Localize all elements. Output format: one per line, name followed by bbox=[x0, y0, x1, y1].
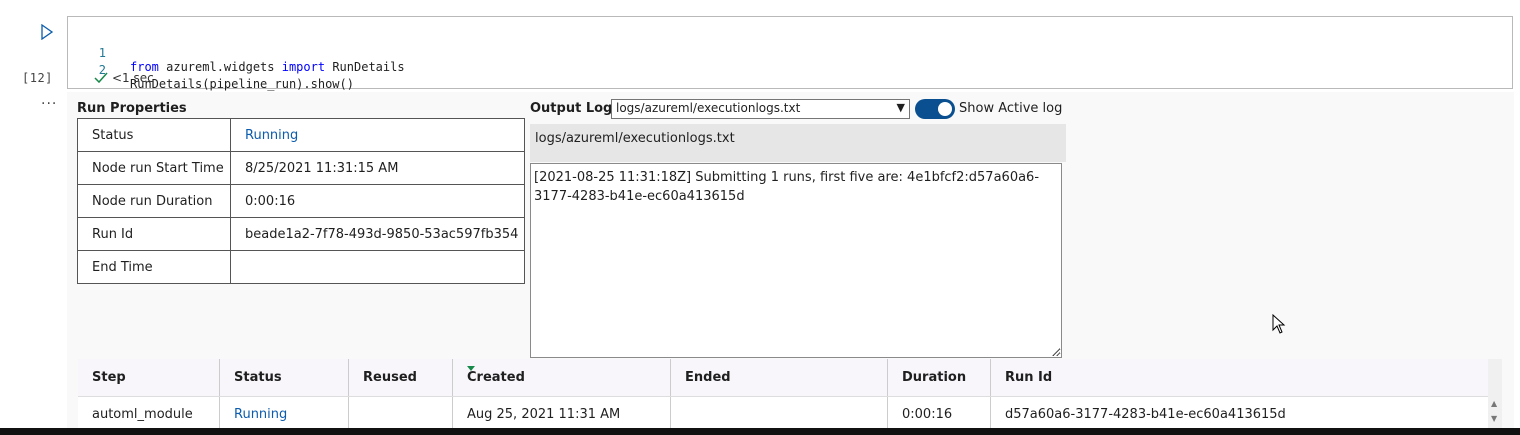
more-actions-icon[interactable]: ··· bbox=[41, 96, 57, 112]
property-row: Node run Start Time 8/25/2021 11:31:15 A… bbox=[77, 151, 525, 185]
log-content-area[interactable]: [2021-08-25 11:31:18Z] Submitting 1 runs… bbox=[530, 163, 1062, 358]
execution-time: <1 sec bbox=[112, 71, 154, 85]
resize-handle-icon[interactable] bbox=[1052, 348, 1060, 356]
run-cell-button[interactable] bbox=[40, 23, 56, 41]
line-number: 1 bbox=[98, 46, 106, 60]
run-properties-title: Run Properties bbox=[77, 101, 187, 116]
column-header-created[interactable]: Created bbox=[452, 359, 671, 397]
table-header-row: Step Status Reused Created Ended Duratio… bbox=[78, 359, 1488, 397]
column-header-created-label: Created bbox=[467, 370, 525, 385]
cell-step: automl_module bbox=[78, 396, 220, 432]
toggle-knob bbox=[938, 102, 952, 116]
scroll-up-icon[interactable]: ▲ bbox=[1491, 399, 1497, 408]
property-value-status[interactable]: Running bbox=[230, 118, 525, 152]
code-text: azureml.widgets bbox=[158, 60, 282, 74]
property-key: Node run Start Time bbox=[77, 151, 231, 185]
cell-ended bbox=[670, 396, 888, 432]
log-file-selected: logs/azureml/executionlogs.txt bbox=[616, 101, 801, 115]
log-path-header: logs/azureml/executionlogs.txt bbox=[530, 124, 1066, 162]
property-key: Status bbox=[77, 118, 231, 152]
cell-status[interactable]: Running bbox=[219, 396, 349, 432]
checkmark-icon bbox=[94, 72, 108, 84]
property-value: 8/25/2021 11:31:15 AM bbox=[230, 151, 525, 185]
property-key: End Time bbox=[77, 250, 231, 284]
column-header-step[interactable]: Step bbox=[78, 359, 220, 397]
log-file-select[interactable]: logs/azureml/executionlogs.txt ▼ bbox=[611, 99, 910, 119]
output-logs-label: Output Logs bbox=[530, 101, 621, 116]
keyword: import bbox=[281, 60, 326, 74]
sort-descending-icon bbox=[467, 366, 475, 371]
property-row: Run Id beade1a2-7f78-493d-9850-53ac597fb… bbox=[77, 217, 525, 251]
column-header-reused[interactable]: Reused bbox=[348, 359, 453, 397]
cell-duration: 0:00:16 bbox=[887, 396, 991, 432]
table-scrollbar[interactable]: ▲ ▼ bbox=[1488, 359, 1502, 428]
property-key: Run Id bbox=[77, 217, 231, 251]
code-line-1: 1 from azureml.widgets import RunDetails bbox=[68, 32, 405, 74]
column-header-ended[interactable]: Ended bbox=[670, 359, 888, 397]
code-cell-editor[interactable]: 1 from azureml.widgets import RunDetails… bbox=[67, 16, 1513, 91]
execution-count: [12] bbox=[22, 71, 53, 85]
cell-created: Aug 25, 2021 11:31 AM bbox=[452, 396, 671, 432]
code-text: RunDetails bbox=[325, 60, 405, 74]
run-properties-table: Status Running Node run Start Time 8/25/… bbox=[77, 118, 525, 284]
scroll-down-icon[interactable]: ▼ bbox=[1491, 414, 1497, 423]
property-row: End Time bbox=[77, 250, 525, 284]
column-header-status[interactable]: Status bbox=[219, 359, 349, 397]
property-value bbox=[230, 250, 525, 284]
property-key: Node run Duration bbox=[77, 184, 231, 218]
code-text: RunDetails(pipeline_run).show() bbox=[130, 77, 354, 91]
property-row: Node run Duration 0:00:16 bbox=[77, 184, 525, 218]
execution-status: <1 sec bbox=[94, 71, 154, 85]
column-header-duration[interactable]: Duration bbox=[887, 359, 991, 397]
mouse-cursor-icon bbox=[1272, 314, 1286, 334]
code-line-2: 2 RunDetails(pipeline_run).show() bbox=[68, 49, 354, 91]
chevron-down-icon: ▼ bbox=[896, 101, 905, 114]
active-log-toggle-label: Show Active log bbox=[959, 101, 1063, 116]
play-icon bbox=[41, 23, 54, 41]
cell-reused bbox=[348, 396, 453, 432]
bottom-border bbox=[0, 428, 1520, 435]
property-value: beade1a2-7f78-493d-9850-53ac597fb354 bbox=[230, 217, 525, 251]
column-header-run-id[interactable]: Run Id bbox=[990, 359, 1488, 397]
steps-table: Step Status Reused Created Ended Duratio… bbox=[78, 359, 1488, 432]
log-content: [2021-08-25 11:31:18Z] Submitting 1 runs… bbox=[534, 170, 1040, 204]
table-row[interactable]: automl_module Running Aug 25, 2021 11:31… bbox=[78, 396, 1488, 432]
cell-run-id: d57a60a6-3177-4283-b41e-ec60a413615d bbox=[990, 396, 1488, 432]
property-row: Status Running bbox=[77, 118, 525, 152]
active-log-toggle[interactable] bbox=[915, 99, 955, 119]
property-value: 0:00:16 bbox=[230, 184, 525, 218]
